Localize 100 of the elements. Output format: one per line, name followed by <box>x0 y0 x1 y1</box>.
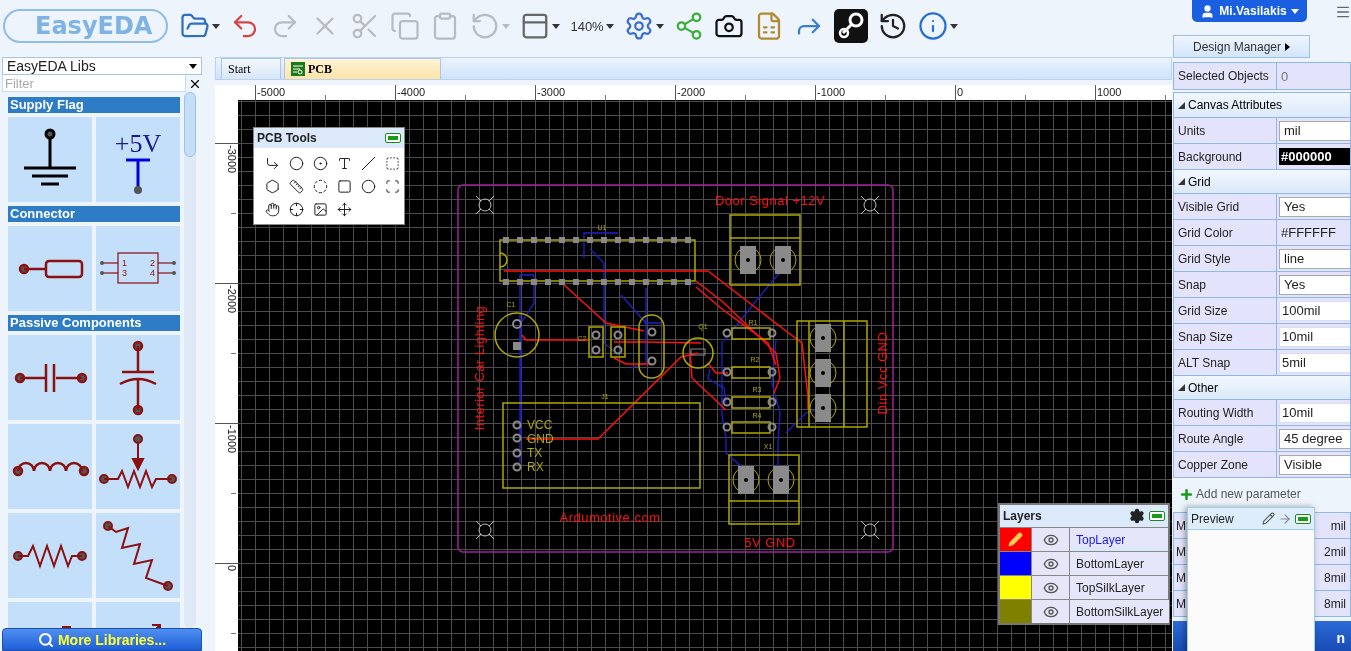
dropdown[interactable]: Visible <box>1279 454 1350 475</box>
polarized-capacitor-symbol[interactable] <box>96 335 180 420</box>
caret-icon <box>655 23 664 29</box>
minimize-icon[interactable] <box>1295 513 1311 524</box>
caret-icon <box>1290 8 1299 14</box>
silkscreen-text: 5V GND <box>744 535 796 551</box>
layer-name[interactable]: BottomLayer <box>1070 552 1168 575</box>
visibility-toggle[interactable] <box>1032 600 1070 623</box>
add-parameter-link[interactable]: Add new parameter <box>1173 484 1351 504</box>
property-label: M <box>1176 570 1186 585</box>
dropdown[interactable]: 45 degree <box>1279 428 1350 449</box>
dropdown[interactable]: line <box>1279 248 1350 269</box>
silkscreen-text: Door Signal +12V <box>714 193 826 209</box>
more-libraries-button[interactable]: More Libraries... <box>2 628 202 651</box>
visibility-toggle[interactable] <box>1032 552 1070 575</box>
scrollbar-thumb[interactable] <box>184 92 196 157</box>
property-value: 2mil <box>1324 544 1346 559</box>
input-field[interactable]: 100mil <box>1279 300 1350 321</box>
caret-icon <box>949 23 958 29</box>
layer-name[interactable]: TopSilkLayer <box>1070 576 1168 599</box>
caret-icon <box>189 63 197 69</box>
resistor-symbol[interactable] <box>8 513 92 598</box>
easyeda-logo: EasyEDA <box>3 9 169 43</box>
color-value: #FFFFFF <box>1280 225 1336 240</box>
visibility-toggle[interactable] <box>1032 576 1070 599</box>
pin-label: RX <box>527 460 544 474</box>
dropdown[interactable]: Yes <box>1279 274 1350 295</box>
property-value: 8mil <box>1324 596 1346 611</box>
caret-icon <box>502 23 511 29</box>
property-label: Routing Width <box>1174 400 1277 425</box>
capacitor-symbol[interactable] <box>8 335 92 420</box>
search-icon <box>37 631 54 648</box>
ground-symbol[interactable] <box>8 117 92 202</box>
header-symbol[interactable]: 1 2 3 4 <box>96 226 180 311</box>
user-icon <box>1200 3 1216 19</box>
connector-symbol[interactable] <box>8 226 92 311</box>
minimize-icon[interactable] <box>1149 511 1165 521</box>
settings-icon[interactable] <box>1129 508 1145 524</box>
pin-label: TX <box>527 446 543 460</box>
zoom-dropdown[interactable]: 140% <box>568 6 616 46</box>
collapse-icon <box>1178 384 1185 391</box>
resistor-symbol[interactable] <box>96 513 180 598</box>
property-label: Route Angle <box>1174 426 1277 451</box>
panel-title: PCB Tools <box>257 131 318 145</box>
input-field[interactable]: 5mil <box>1279 352 1350 373</box>
property-label: Grid Size <box>1174 298 1277 323</box>
section-title: Supply Flag <box>8 97 180 113</box>
minimize-icon[interactable] <box>385 133 401 143</box>
layer-name[interactable]: TopLayer <box>1070 528 1168 551</box>
color-value: #000000 <box>1279 148 1350 165</box>
property-label: ALT Snap <box>1174 350 1277 375</box>
collapse-icon <box>1178 178 1185 185</box>
panel-title: Layers <box>1003 509 1043 523</box>
section-title: Connector <box>8 206 180 222</box>
property-label: M <box>1176 544 1186 559</box>
user-menu-button[interactable]: Mi.Vasilakis <box>1192 0 1307 22</box>
section-header[interactable]: Grid <box>1174 169 1350 193</box>
design-manager-button[interactable]: Design Manager <box>1173 35 1310 58</box>
filter-field[interactable]: Filter <box>2 75 186 92</box>
property-label: Copper Zone <box>1174 452 1277 477</box>
property-value: mil <box>1330 518 1346 533</box>
property-label: Selected Objects <box>1174 63 1277 89</box>
section-header[interactable]: Other <box>1174 375 1350 399</box>
property-label: Visible Grid <box>1174 194 1277 219</box>
section-header[interactable]: Canvas Attributes <box>1174 93 1350 117</box>
copy-icon <box>390 11 421 41</box>
visibility-toggle[interactable] <box>1032 528 1070 551</box>
property-label: M <box>1176 596 1186 611</box>
property-label: Grid Color <box>1174 220 1277 245</box>
panel-title: Preview <box>1191 511 1235 526</box>
property-label: Snap Size <box>1174 324 1277 349</box>
layer-name[interactable]: BottomSilkLayer <box>1070 600 1170 623</box>
property-label: Background <box>1174 144 1277 169</box>
silkscreen-text: Interior Car Lighting <box>472 305 488 431</box>
library-dropdown[interactable]: EasyEDA Libs <box>2 57 202 75</box>
collapse-icon <box>1178 101 1185 109</box>
caret-icon <box>552 23 561 29</box>
potentiometer-symbol[interactable] <box>96 424 180 509</box>
silkscreen-text: Din Vcc GND <box>875 331 891 415</box>
property-label: Units <box>1174 118 1277 143</box>
property-value: 8mil <box>1324 570 1346 585</box>
inductor-symbol[interactable] <box>8 424 92 509</box>
power-symbol[interactable]: +5V <box>96 117 180 202</box>
property-label: Snap <box>1174 272 1277 297</box>
info-icon <box>917 11 948 41</box>
property-value: 0 <box>1280 68 1289 84</box>
pcb-icon <box>291 62 305 76</box>
input-field[interactable]: 10mil <box>1279 326 1350 347</box>
pencil-icon[interactable] <box>1262 512 1275 525</box>
dropdown[interactable]: mil <box>1279 120 1350 141</box>
tab[interactable]: Start <box>221 58 281 79</box>
property-label: M <box>1176 518 1186 533</box>
input-field[interactable]: 10mil <box>1279 402 1350 423</box>
caret-icon <box>212 23 221 29</box>
dropdown[interactable]: Yes <box>1279 196 1350 217</box>
caret-icon <box>605 23 614 29</box>
plus-icon <box>1179 486 1194 502</box>
section-title: Passive Components <box>8 315 180 331</box>
caret-icon <box>1285 42 1291 51</box>
tab[interactable]: PCB <box>284 58 441 79</box>
